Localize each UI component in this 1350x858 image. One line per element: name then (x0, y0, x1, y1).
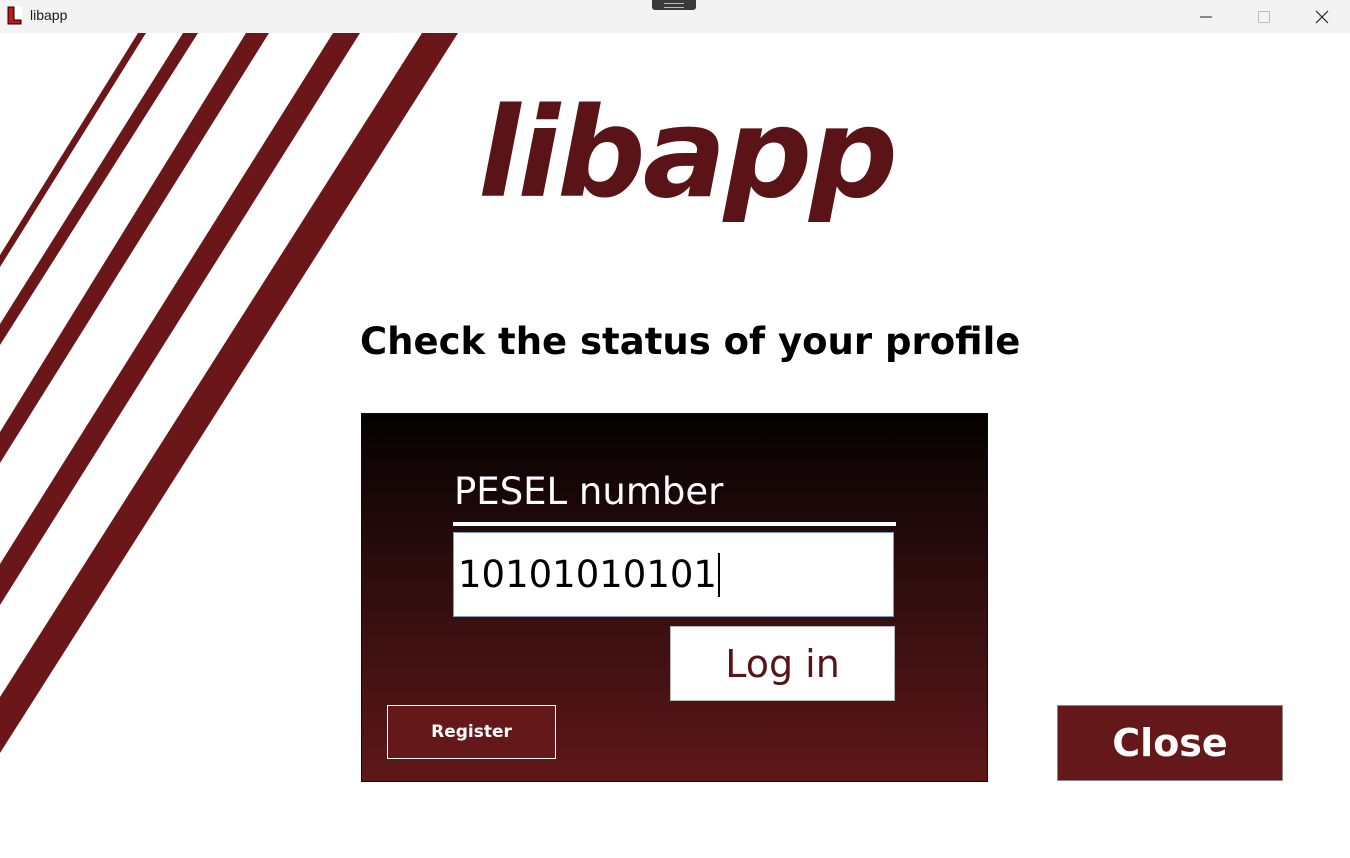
close-button[interactable]: Close (1057, 705, 1283, 781)
page-heading: Check the status of your profile (360, 320, 1021, 363)
pesel-input-value: 10101010101 (458, 553, 717, 596)
title-bar: libapp (0, 0, 1350, 33)
close-window-button[interactable] (1293, 0, 1350, 33)
maximize-button[interactable] (1235, 0, 1293, 33)
close-icon (1315, 10, 1329, 23)
text-caret (717, 552, 720, 597)
minimize-icon (1200, 16, 1212, 17)
window-title: libapp (30, 7, 68, 23)
pesel-input[interactable]: 10101010101 (453, 532, 894, 617)
snap-handle[interactable] (652, 0, 696, 10)
login-button[interactable]: Log in (670, 626, 895, 701)
app-logo: libapp (478, 82, 898, 226)
label-underline (453, 522, 896, 526)
app-logo-icon (7, 6, 22, 25)
maximize-icon (1258, 10, 1270, 23)
register-button[interactable]: Register (387, 705, 556, 759)
login-panel: PESEL number 10101010101 Log in Register (361, 413, 988, 782)
pesel-label: PESEL number (454, 470, 724, 513)
minimize-button[interactable] (1177, 0, 1235, 33)
